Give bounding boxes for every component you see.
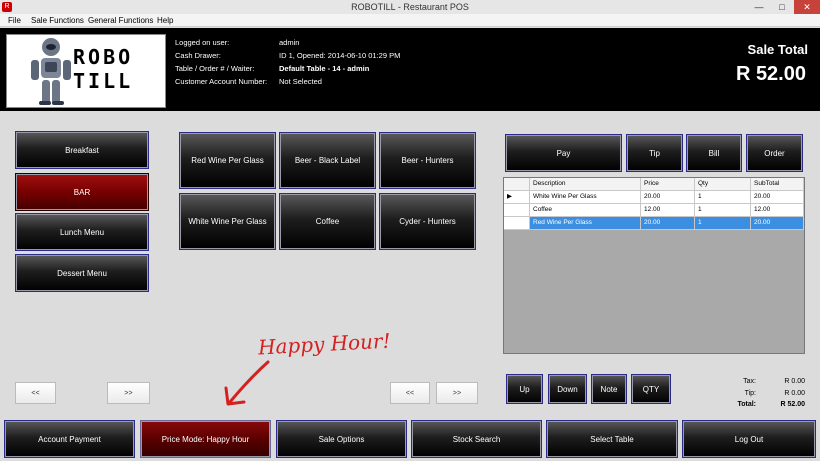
tip-button[interactable]: Tip	[626, 134, 683, 172]
logo-text: ROBO TILL	[73, 45, 134, 93]
price-mode-button[interactable]: Price Mode: Happy Hour	[140, 420, 271, 458]
cash-drawer-value: ID 1, Opened: 2014-06-10 01:29 PM	[279, 51, 401, 60]
order-grid[interactable]: Description Price Qty SubTotal ▶ White W…	[503, 177, 805, 354]
header-panel: ROBO TILL Logged on user: admin Cash Dra…	[0, 28, 820, 111]
tax-value: R 0.00	[784, 378, 805, 385]
row-price: 20.00	[641, 191, 695, 204]
total-value: R 52.00	[780, 401, 805, 408]
grid-header-description[interactable]: Description	[530, 178, 641, 191]
grid-header-price[interactable]: Price	[641, 178, 695, 191]
account-payment-button[interactable]: Account Payment	[4, 420, 135, 458]
category-lunch-menu[interactable]: Lunch Menu	[15, 213, 149, 251]
grid-header-qty[interactable]: Qty	[695, 178, 751, 191]
cash-drawer-label: Cash Drawer:	[175, 51, 221, 60]
category-breakfast[interactable]: Breakfast	[15, 131, 149, 169]
category-bar[interactable]: BAR	[15, 173, 149, 211]
stock-search-button[interactable]: Stock Search	[411, 420, 542, 458]
robot-icon	[31, 38, 71, 105]
logged-on-user-label: Logged on user:	[175, 38, 230, 47]
sale-total-value: R 52.00	[735, 63, 806, 85]
customer-account-label: Customer Account Number:	[175, 77, 268, 86]
row-description: Coffee	[530, 204, 641, 217]
menu-sale-functions[interactable]: Sale Functions	[31, 16, 84, 25]
row-subtotal: 20.00	[751, 217, 804, 230]
window-title: ROBOTILL - Restaurant POS	[351, 2, 469, 12]
row-qty: 1	[695, 204, 751, 217]
qty-button[interactable]: QTY	[631, 374, 671, 404]
row-qty: 1	[695, 217, 751, 230]
note-button[interactable]: Note	[591, 374, 627, 404]
sale-total-label: Sale Total	[747, 42, 808, 57]
menu-bar: File Sale Functions General Functions He…	[0, 14, 820, 27]
down-button[interactable]: Down	[548, 374, 587, 404]
grid-header-marker	[504, 178, 530, 191]
menu-general-functions[interactable]: General Functions	[88, 16, 153, 25]
category-next-button[interactable]: >>	[107, 382, 150, 404]
maximize-button[interactable]: □	[771, 0, 793, 14]
table-row[interactable]: Coffee 12.00 1 12.00	[504, 204, 804, 217]
table-waiter-value: Default Table - 14 - admin	[279, 64, 370, 73]
tax-label: Tax:	[743, 378, 756, 385]
row-price: 20.00	[641, 217, 695, 230]
row-marker-icon: ▶	[504, 191, 530, 204]
category-prev-button[interactable]: <<	[15, 382, 56, 404]
sale-options-button[interactable]: Sale Options	[276, 420, 407, 458]
product-cyder-hunters[interactable]: Cyder - Hunters	[379, 193, 476, 250]
menu-file[interactable]: File	[8, 16, 21, 25]
row-marker-icon	[504, 204, 530, 217]
happy-hour-annotation: Happy Hour!	[257, 328, 392, 360]
order-button[interactable]: Order	[746, 134, 803, 172]
grid-header-subtotal[interactable]: SubTotal	[751, 178, 804, 191]
select-table-button[interactable]: Select Table	[546, 420, 678, 458]
grid-header-row: Description Price Qty SubTotal	[504, 178, 804, 191]
robotill-logo: ROBO TILL	[6, 34, 166, 108]
category-dessert-menu[interactable]: Dessert Menu	[15, 254, 149, 292]
annotation-arrow-icon	[224, 360, 270, 406]
product-beer-black-label[interactable]: Beer - Black Label	[279, 132, 376, 189]
title-bar: R ROBOTILL - Restaurant POS — □ ✕	[0, 0, 820, 14]
table-waiter-label: Table / Order # / Waiter:	[175, 64, 255, 73]
menu-help[interactable]: Help	[157, 16, 173, 25]
row-marker-icon	[504, 217, 530, 230]
product-white-wine[interactable]: White Wine Per Glass	[179, 193, 276, 250]
up-button[interactable]: Up	[506, 374, 543, 404]
close-button[interactable]: ✕	[794, 0, 820, 14]
row-price: 12.00	[641, 204, 695, 217]
table-row[interactable]: ▶ White Wine Per Glass 20.00 1 20.00	[504, 191, 804, 204]
row-qty: 1	[695, 191, 751, 204]
table-row-selected[interactable]: Red Wine Per Glass 20.00 1 20.00	[504, 217, 804, 230]
bill-button[interactable]: Bill	[686, 134, 742, 172]
row-description: Red Wine Per Glass	[530, 217, 641, 230]
row-subtotal: 20.00	[751, 191, 804, 204]
tip-value: R 0.00	[784, 390, 805, 397]
product-coffee[interactable]: Coffee	[279, 193, 376, 250]
log-out-button[interactable]: Log Out	[682, 420, 816, 458]
logged-on-user-value: admin	[279, 38, 300, 47]
row-description: White Wine Per Glass	[530, 191, 641, 204]
product-beer-hunters[interactable]: Beer - Hunters	[379, 132, 476, 189]
row-subtotal: 12.00	[751, 204, 804, 217]
total-label: Total:	[737, 401, 756, 408]
customer-account-value: Not Selected	[279, 77, 322, 86]
product-next-button[interactable]: >>	[436, 382, 478, 404]
product-prev-button[interactable]: <<	[390, 382, 430, 404]
tip-label: Tip:	[744, 390, 756, 397]
minimize-button[interactable]: —	[748, 0, 770, 14]
pay-button[interactable]: Pay	[505, 134, 622, 172]
product-red-wine[interactable]: Red Wine Per Glass	[179, 132, 276, 189]
